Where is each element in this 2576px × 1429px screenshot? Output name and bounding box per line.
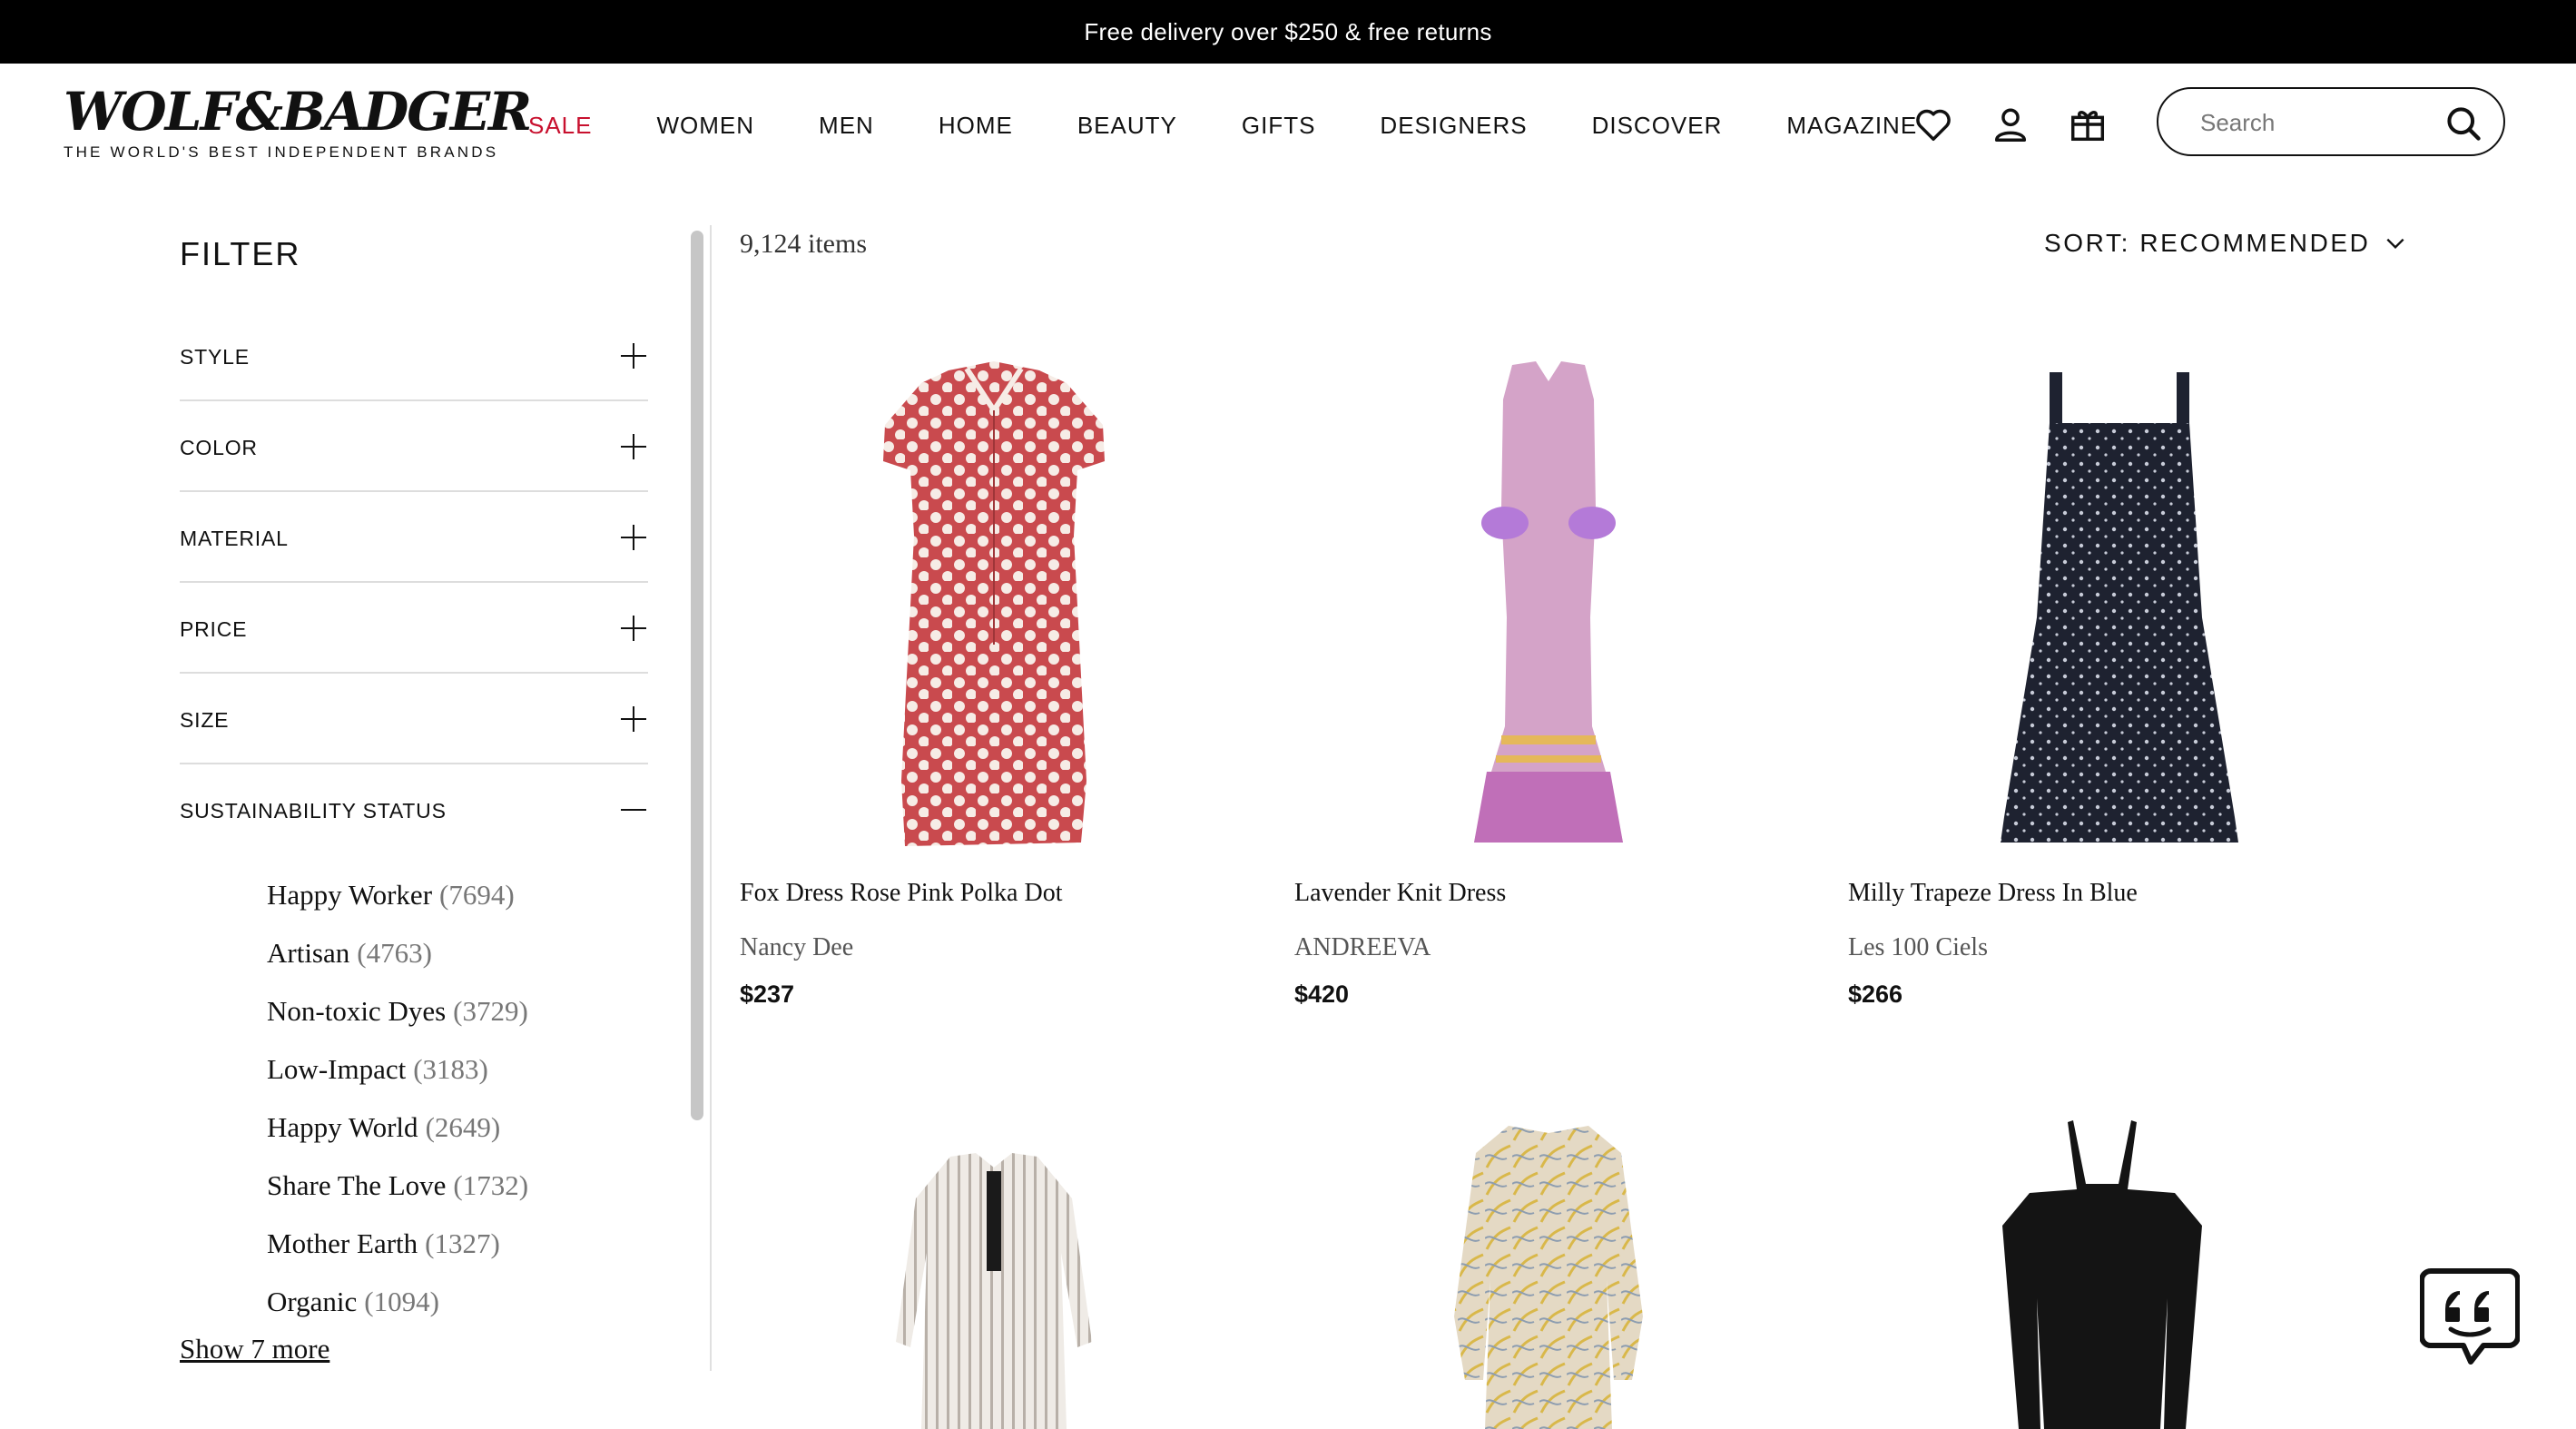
option-non-toxic-dyes[interactable]: Non-toxic Dyes (3729) <box>267 995 528 1053</box>
nav-designers[interactable]: DESIGNERS <box>1380 112 1527 140</box>
filter-style-label: STYLE <box>180 345 250 369</box>
option-happy-world[interactable]: Happy World (2649) <box>267 1111 528 1169</box>
option-share-the-love[interactable]: Share The Love (1732) <box>267 1169 528 1227</box>
option-low-impact[interactable]: Low-Impact (3183) <box>267 1053 528 1111</box>
chat-icon[interactable] <box>2420 1264 2520 1373</box>
filter-title: FILTER <box>180 235 301 272</box>
option-happy-worker[interactable]: Happy Worker (7694) <box>267 879 528 937</box>
sustainability-options: Happy Worker (7694) Artisan (4763) Non-tox… <box>267 879 528 1344</box>
show-more-link[interactable]: Show 7 more <box>180 1333 329 1365</box>
product-name[interactable]: Lavender Knit Dress <box>1294 879 1506 908</box>
product-brand[interactable]: Les 100 Ciels <box>1848 933 1988 962</box>
product-image[interactable] <box>740 1117 1248 1429</box>
product-name[interactable]: Milly Trapeze Dress In Blue <box>1848 879 2138 908</box>
product-image[interactable] <box>1848 345 2356 853</box>
nav-men[interactable]: MEN <box>819 112 874 140</box>
product-brand[interactable]: ANDREEVA <box>1294 933 1431 962</box>
filter-color-label: COLOR <box>180 436 258 459</box>
nav-home[interactable]: HOME <box>939 112 1013 140</box>
product-image[interactable] <box>1848 1117 2356 1429</box>
minus-icon <box>621 809 646 811</box>
sidebar-scroll-thumb[interactable] <box>691 231 703 1120</box>
filter-sidebar: FILTER STYLE COLOR MATERIAL PRICE SIZE S… <box>180 227 648 1365</box>
nav-women[interactable]: WOMEN <box>657 112 755 140</box>
plus-icon <box>621 616 646 641</box>
logo-tagline: THE WORLD'S BEST INDEPENDENT BRANDS <box>64 143 499 161</box>
nav-beauty[interactable]: BEAUTY <box>1077 112 1177 140</box>
filter-style[interactable]: STYLE <box>180 310 648 401</box>
filter-sustainability-label: SUSTAINABILITY STATUS <box>180 799 447 823</box>
filter-price[interactable]: PRICE <box>180 583 648 674</box>
product-price: $237 <box>740 981 795 1008</box>
search-input[interactable] <box>2200 105 2445 140</box>
filter-material-label: MATERIAL <box>180 527 289 550</box>
sidebar-scrollbar[interactable] <box>684 225 712 1371</box>
plus-icon <box>621 434 646 459</box>
nav-magazine[interactable]: MAGAZINE <box>1786 112 1917 140</box>
option-mother-earth[interactable]: Mother Earth (1327) <box>267 1227 528 1286</box>
plus-icon <box>621 343 646 369</box>
product-name[interactable]: Fox Dress Rose Pink Polka Dot <box>740 879 1062 908</box>
logo-wordmark: WOLF&BADGER <box>64 81 532 143</box>
plus-icon <box>621 525 646 550</box>
main-nav: SALE WOMEN MEN HOME BEAUTY GIFTS DESIGNE… <box>528 107 1981 143</box>
search-icon[interactable] <box>2443 103 2483 143</box>
product-image[interactable] <box>1294 345 1803 853</box>
product-image[interactable] <box>1294 1117 1803 1429</box>
filter-color[interactable]: COLOR <box>180 401 648 492</box>
promo-text: Free delivery over $250 & free returns <box>1084 17 1492 45</box>
product-brand[interactable]: Nancy Dee <box>740 933 853 962</box>
sort-dropdown[interactable]: SORT: RECOMMENDED <box>2044 229 2407 258</box>
nav-gifts[interactable]: GIFTS <box>1242 112 1316 140</box>
product-price: $266 <box>1848 981 1903 1008</box>
nav-discover[interactable]: DISCOVER <box>1592 112 1723 140</box>
nav-sale[interactable]: SALE <box>528 112 593 140</box>
chevron-down-icon <box>2385 238 2404 250</box>
option-artisan[interactable]: Artisan (4763) <box>267 937 528 995</box>
logo[interactable]: WOLF&BADGER THE WORLD'S BEST INDEPENDENT… <box>64 81 532 162</box>
items-count: 9,124 items <box>740 229 867 259</box>
search-box <box>2157 87 2505 156</box>
filter-material[interactable]: MATERIAL <box>180 492 648 583</box>
promo-bar: Free delivery over $250 & free returns <box>0 0 2576 64</box>
filter-size[interactable]: SIZE <box>180 674 648 764</box>
filter-sustainability[interactable]: SUSTAINABILITY STATUS <box>180 764 648 855</box>
site-header: WOLF&BADGER THE WORLD'S BEST INDEPENDENT… <box>0 64 2576 182</box>
plus-icon <box>621 706 646 732</box>
account-icon[interactable] <box>1990 103 2031 145</box>
filter-price-label: PRICE <box>180 617 248 641</box>
product-price: $420 <box>1294 981 1350 1008</box>
product-image[interactable] <box>740 345 1248 853</box>
filter-size-label: SIZE <box>180 708 230 732</box>
sort-label: SORT: RECOMMENDED <box>2044 229 2371 257</box>
heart-icon[interactable] <box>1912 103 1954 145</box>
gift-bag-icon[interactable] <box>2067 103 2109 145</box>
